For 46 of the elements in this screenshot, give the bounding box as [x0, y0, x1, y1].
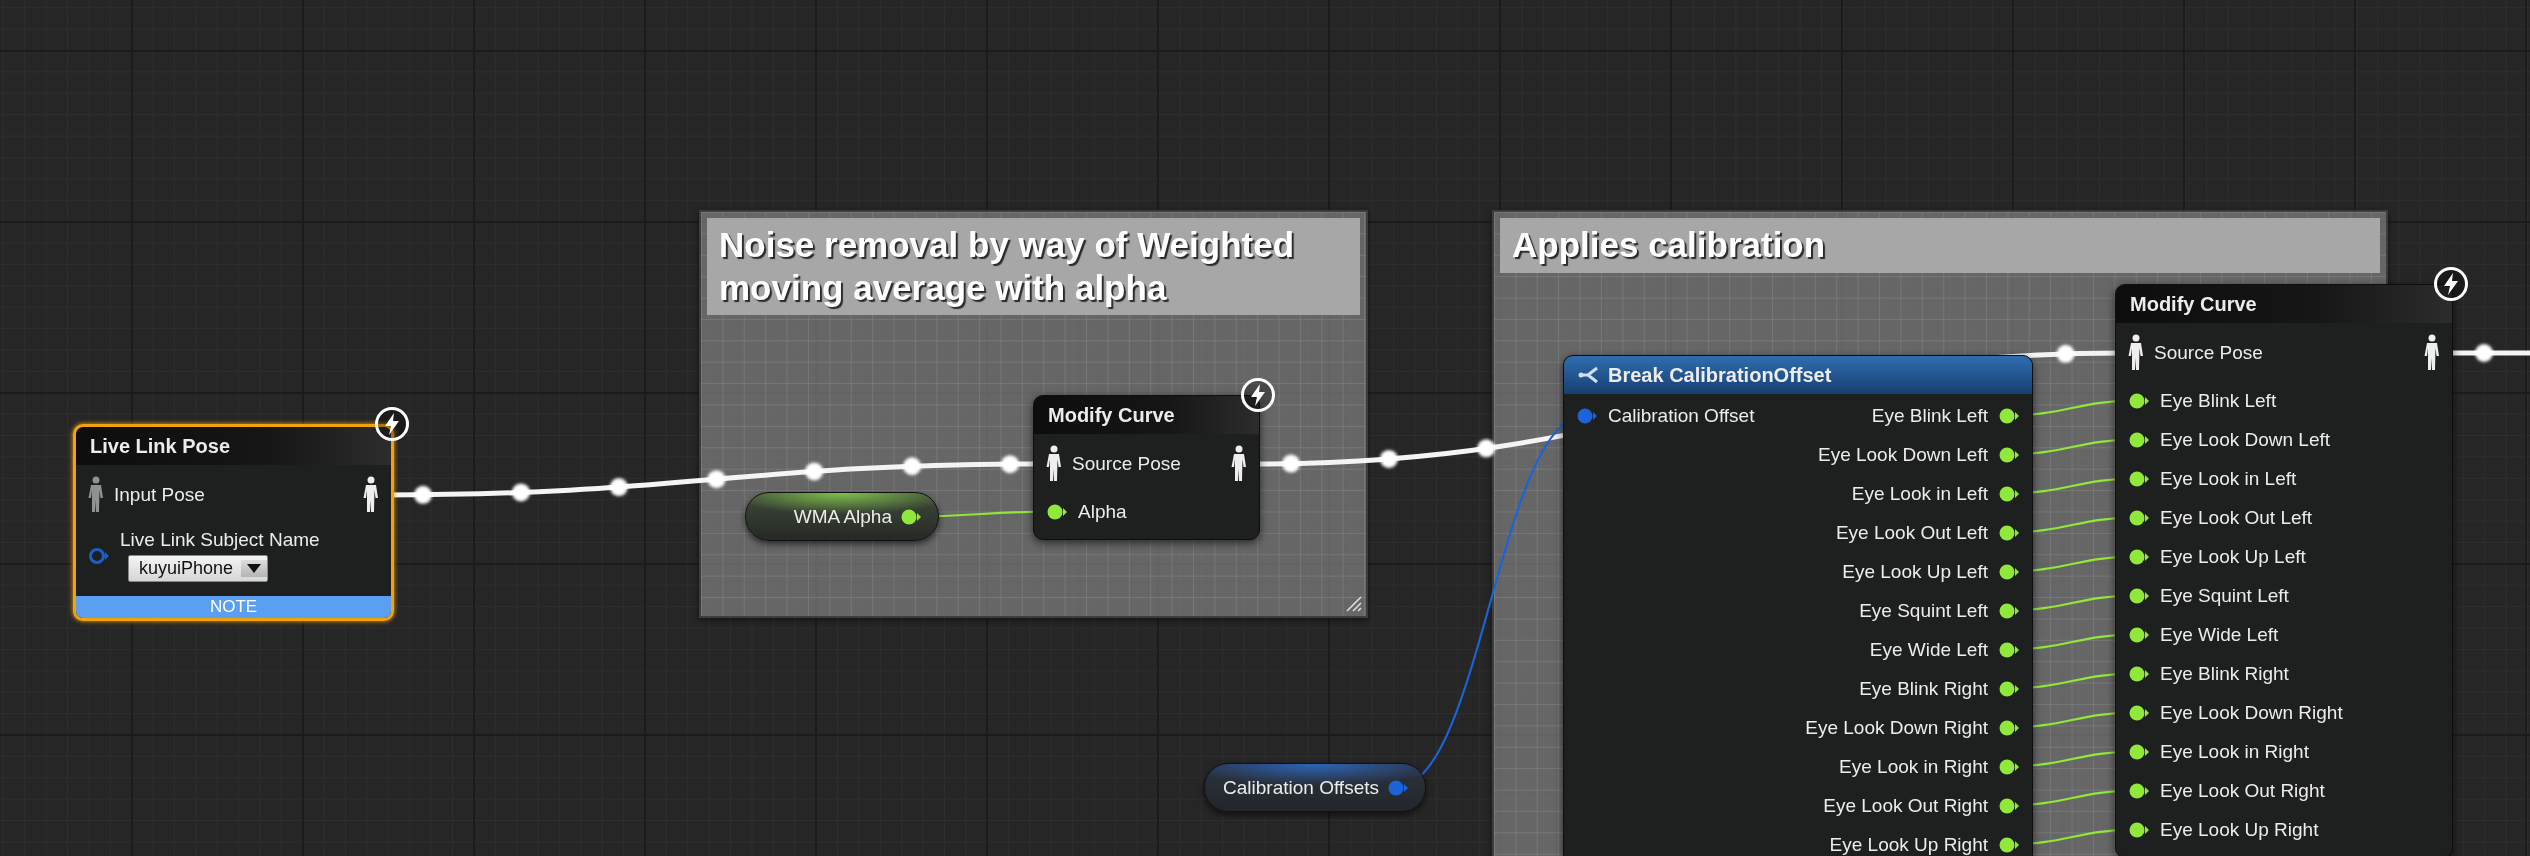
pin-label: Eye Look Down Right	[2160, 701, 2343, 724]
node-header[interactable]: Live Link Pose	[76, 427, 391, 465]
pin-label: Input Pose	[114, 484, 205, 506]
dropdown[interactable]: kuyuiPhone	[128, 555, 269, 582]
variable-node[interactable]: WMA Alpha	[745, 492, 939, 541]
note-label: NOTE	[76, 596, 391, 618]
node-title: Live Link Pose	[90, 434, 231, 458]
pin-label: Live Link Subject Name	[120, 529, 320, 551]
pin-label: Source Pose	[1072, 453, 1181, 475]
graph-node[interactable]: Live Link Pose Input Pose Live Link Subject Name kuyuiPhone NOTE	[73, 424, 394, 621]
variable-name: WMA Alpha	[793, 505, 892, 528]
pin-label: Eye Look Up Left	[1842, 560, 1988, 583]
pin-label: Eye Look in Right	[1839, 755, 1988, 778]
variable-name: Calibration Offsets	[1223, 776, 1379, 799]
graph-node[interactable]: Modify Curve Source Pose Alpha	[1033, 395, 1260, 540]
node-header[interactable]: Modify Curve	[1034, 396, 1259, 434]
pin-label: Eye Look Out Left	[2160, 506, 2313, 529]
pin-label: Eye Squint Left	[1859, 599, 1988, 622]
pin-label: Eye Blink Left	[1871, 404, 1988, 427]
pin-label: Eye Wide Left	[2160, 623, 2279, 646]
pin-label: Source Pose	[2154, 342, 2263, 364]
pin-label: Eye Look Up Right	[1829, 833, 1988, 856]
variable-node[interactable]: Calibration Offsets	[1204, 763, 1426, 812]
pin-label: Eye Look Down Left	[1817, 443, 1988, 466]
pin-label: Eye Blink Right	[1859, 677, 1988, 700]
node-title: Modify Curve	[1048, 403, 1175, 427]
pin-label: Eye Look in Left	[1851, 482, 1988, 505]
pin-label: Eye Blink Right	[2160, 662, 2289, 685]
node-title: Break CalibrationOffset	[1608, 363, 1832, 387]
pin-label: Eye Look Down Right	[1805, 716, 1988, 739]
pin-label: Eye Look in Right	[2160, 740, 2309, 763]
pin-label: Eye Look Up Right	[2160, 818, 2319, 841]
pin-label: Alpha	[1078, 500, 1127, 523]
pin-label: Eye Squint Left	[2160, 584, 2289, 607]
pin-label: Eye Look Out Right	[1823, 794, 1988, 817]
pin-label: Eye Look Out Right	[2160, 779, 2325, 802]
pin-label: Eye Look in Left	[2160, 467, 2297, 490]
pin-label: Calibration Offset	[1608, 404, 1755, 427]
node-header[interactable]: Modify Curve	[2116, 285, 2452, 323]
pin-label: Eye Blink Left	[2160, 389, 2277, 412]
pin-label: Eye Look Up Left	[2160, 545, 2306, 568]
pin-label: Eye Look Out Left	[1835, 521, 1988, 544]
node-header[interactable]: Break CalibrationOffset	[1564, 356, 2032, 394]
pin-label: Eye Look Down Left	[2160, 428, 2331, 451]
node-title: Modify Curve	[2130, 292, 2257, 316]
pin-label: Eye Wide Left	[1869, 638, 1988, 661]
